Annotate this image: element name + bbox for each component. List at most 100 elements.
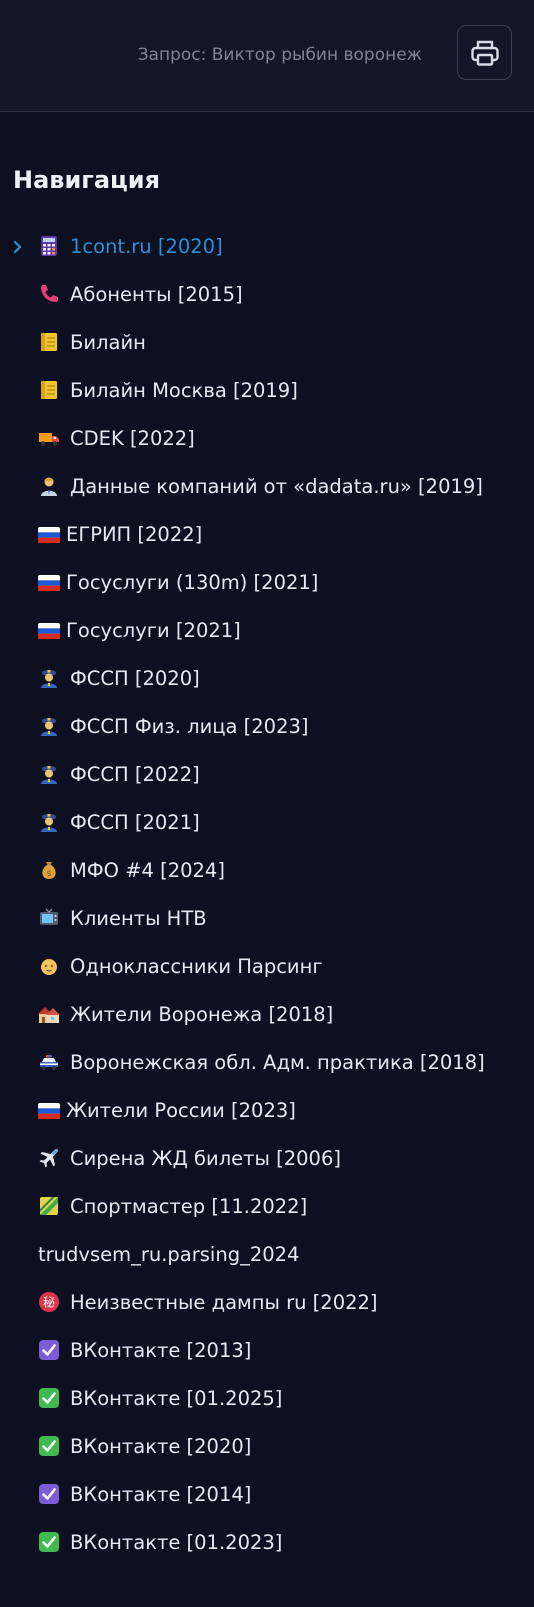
nav-item-content: ФССП [2020] [38, 655, 200, 703]
nav-item[interactable]: ВКонтакте [2014] [0, 1471, 534, 1519]
police-officer-icon [38, 715, 60, 737]
svg-text:$: $ [46, 869, 51, 878]
nav-item[interactable]: ФССП [2022] [0, 751, 534, 799]
nav-item[interactable]: Воронежская обл. Адм. практика [2018] [0, 1039, 534, 1087]
nav-item[interactable]: Одноклассники Парсинг [0, 943, 534, 991]
telephone-receiver-icon [38, 283, 60, 305]
nav-item-content: ВКонтакте [2013] [38, 1327, 251, 1375]
check-mark-green-icon [38, 1435, 60, 1457]
nav-item-content: Билайн Москва [2019] [38, 367, 298, 415]
navigation-list: 1cont.ru [2020] Абоненты [2015] Билайн Била… [0, 223, 534, 1567]
chevron-right-icon [11, 223, 25, 271]
nav-item-content: Сирена ЖД билеты [2006] [38, 1135, 341, 1183]
nav-item-label: Данные компаний от «dadata.ru» [2019] [70, 475, 483, 498]
airplane-icon [38, 1147, 60, 1169]
nav-item-label: ФССП Физ. лица [2023] [70, 715, 309, 738]
nav-item[interactable]: 秘 Неизвестные дампы ru [2022] [0, 1279, 534, 1327]
nav-item[interactable]: Абоненты [2015] [0, 271, 534, 319]
nav-item[interactable]: ФССП [2020] [0, 655, 534, 703]
app-page: Запрос: Виктор рыбин воронеж Навигация 1… [0, 0, 534, 1607]
nav-item-content: ФССП [2022] [38, 751, 200, 799]
abacus-icon [38, 235, 60, 257]
nav-item[interactable]: Госуслуги [2021] [0, 607, 534, 655]
nav-item-label: Госуслуги [2021] [66, 619, 241, 642]
nav-item-label: CDEK [2022] [70, 427, 195, 450]
nav-item-content: Госуслуги (130m) [2021] [38, 559, 318, 607]
police-officer-icon [38, 763, 60, 785]
nav-item-content: Билайн [38, 319, 146, 367]
nav-item[interactable]: Госуслуги (130m) [2021] [0, 559, 534, 607]
police-officer-icon [38, 667, 60, 689]
nav-item[interactable]: CDEK [2022] [0, 415, 534, 463]
nav-item-content: ФССП [2021] [38, 799, 200, 847]
nav-item-content: Клиенты НТВ [38, 895, 207, 943]
nav-item-label: trudvsem_ru.parsing_2024 [38, 1243, 300, 1266]
nav-item[interactable]: trudvsem_ru.parsing_2024 [0, 1231, 534, 1279]
nav-item-label: Клиенты НТВ [70, 907, 207, 930]
nav-item-content: Спортмастер [11.2022] [38, 1183, 307, 1231]
nav-item-content: Жители России [2023] [38, 1087, 296, 1135]
police-car-icon [38, 1051, 60, 1073]
check-box-purple-icon [38, 1483, 60, 1505]
ledger-icon [38, 331, 60, 353]
ledger-icon [38, 379, 60, 401]
nav-item-label: ФССП [2022] [70, 763, 200, 786]
print-button[interactable] [457, 25, 512, 80]
nav-item-label: 1cont.ru [2020] [70, 235, 223, 258]
houses-icon [38, 1003, 60, 1025]
nav-item[interactable]: Жители Воронежа [2018] [0, 991, 534, 1039]
nav-item-label: МФО #4 [2024] [70, 859, 225, 882]
nav-item-label: Госуслуги (130m) [2021] [66, 571, 319, 594]
russia-flag-icon [38, 527, 60, 543]
svg-text:秘: 秘 [43, 1296, 55, 1310]
nav-item-label: Билайн Москва [2019] [70, 379, 298, 402]
nav-item-label: ВКонтакте [01.2023] [70, 1531, 283, 1554]
nav-item-label: ВКонтакте [2014] [70, 1483, 252, 1506]
nav-item[interactable]: Спортмастер [11.2022] [0, 1183, 534, 1231]
nav-item[interactable]: Билайн [0, 319, 534, 367]
nav-item-content: CDEK [2022] [38, 415, 195, 463]
nav-item-content: ВКонтакте [01.2023] [38, 1519, 282, 1567]
nav-item-content: trudvsem_ru.parsing_2024 [38, 1231, 299, 1279]
query-text: Запрос: Виктор рыбин воронеж [137, 45, 422, 65]
nav-item[interactable]: Билайн Москва [2019] [0, 367, 534, 415]
television-icon [38, 907, 60, 929]
russia-flag-icon [38, 623, 60, 639]
nav-item-label: ВКонтакте [01.2025] [70, 1387, 283, 1410]
nav-item-label: ЕГРИП [2022] [66, 523, 203, 546]
nav-item-label: Одноклассники Парсинг [70, 955, 323, 978]
nav-item-content: Данные компаний от «dadata.ru» [2019] [38, 463, 483, 511]
nav-item[interactable]: ЕГРИП [2022] [0, 511, 534, 559]
nav-item[interactable]: ВКонтакте [2020] [0, 1423, 534, 1471]
nav-item-content: ВКонтакте [2014] [38, 1471, 251, 1519]
check-box-purple-icon [38, 1339, 60, 1361]
nav-item[interactable]: ВКонтакте [01.2025] [0, 1375, 534, 1423]
delivery-truck-icon [38, 427, 60, 449]
nav-item-label: Воронежская обл. Адм. практика [2018] [70, 1051, 485, 1074]
nav-item-label: Жители Воронежа [2018] [70, 1003, 334, 1026]
navigation-title: Навигация [13, 166, 161, 194]
nav-item-content: Воронежская обл. Адм. практика [2018] [38, 1039, 485, 1087]
nav-item[interactable]: Сирена ЖД билеты [2006] [0, 1135, 534, 1183]
nav-item[interactable]: $ МФО #4 [2024] [0, 847, 534, 895]
nav-item[interactable]: 1cont.ru [2020] [0, 223, 534, 271]
money-bag-icon: $ [38, 859, 60, 881]
russia-flag-icon [38, 1103, 60, 1119]
police-officer-icon [38, 811, 60, 833]
nav-item[interactable]: ФССП [2021] [0, 799, 534, 847]
nav-item[interactable]: ВКонтакте [2013] [0, 1327, 534, 1375]
nav-item-content: ВКонтакте [01.2025] [38, 1375, 282, 1423]
nav-item-content: 秘 Неизвестные дампы ru [2022] [38, 1279, 378, 1327]
nav-item-label: Неизвестные дампы ru [2022] [70, 1291, 378, 1314]
baby-face-icon [38, 955, 60, 977]
printer-icon [470, 39, 500, 67]
nav-item-content: Госуслуги [2021] [38, 607, 241, 655]
nav-item-label: Жители России [2023] [66, 1099, 296, 1122]
nav-item-label: ФССП [2020] [70, 667, 200, 690]
nav-item[interactable]: ВКонтакте [01.2023] [0, 1519, 534, 1567]
nav-item[interactable]: Клиенты НТВ [0, 895, 534, 943]
nav-item[interactable]: Данные компаний от «dadata.ru» [2019] [0, 463, 534, 511]
nav-item[interactable]: Жители России [2023] [0, 1087, 534, 1135]
nav-item[interactable]: ФССП Физ. лица [2023] [0, 703, 534, 751]
sash-icon [38, 1195, 60, 1217]
